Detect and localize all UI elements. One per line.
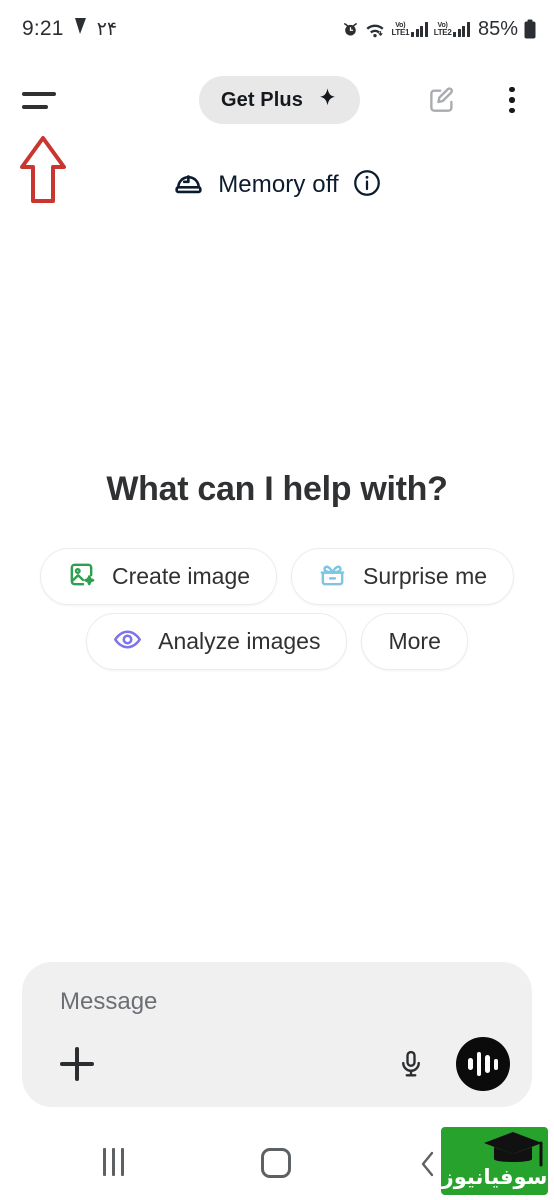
- sim2-signal-bars: [453, 21, 470, 37]
- microphone-icon[interactable]: [388, 1041, 434, 1087]
- status-bar: 9:21 ۲۴ Vo) LTE1 Vo) LTE2 85%: [0, 0, 554, 58]
- watermark-text: سوفیانیوز: [441, 1165, 548, 1189]
- sim1-lte-label: LTE1: [391, 27, 410, 37]
- battery-icon: [524, 19, 536, 39]
- sim1-volte-indicator: Vo) LTE1: [391, 21, 428, 37]
- battery-percent-label: 85%: [477, 17, 518, 40]
- android-nav-bar: سوفیانیوز: [0, 1126, 554, 1200]
- three-dot-menu-icon[interactable]: [488, 76, 536, 124]
- sim2-lte-label: LTE2: [433, 27, 452, 37]
- sim1-signal-bars: [411, 21, 428, 37]
- page-title: What can I help with?: [106, 470, 448, 508]
- message-input[interactable]: Message: [60, 988, 157, 1016]
- info-circle-icon[interactable]: [352, 168, 382, 203]
- hamburger-menu-icon[interactable]: [22, 77, 68, 123]
- sim2-volte-indicator: Vo) LTE2: [433, 21, 470, 37]
- chip-label: More: [388, 628, 441, 654]
- suggestion-chip-row-1: Create image Surprise me: [0, 548, 554, 605]
- status-bar-left: 9:21 ۲۴: [22, 17, 117, 41]
- phone-screen: 9:21 ۲۴ Vo) LTE1 Vo) LTE2 85% Get Plus M…: [0, 0, 554, 1200]
- recents-icon[interactable]: [103, 1148, 124, 1176]
- chip-create-image[interactable]: Create image: [39, 548, 278, 605]
- suggestion-chips: Create image Surprise me Analyze images …: [0, 548, 554, 678]
- location-arrow-icon: [73, 17, 88, 41]
- empty-state: What can I help with?: [0, 470, 554, 509]
- wifi-icon: [365, 21, 385, 38]
- chip-label: Surprise me: [363, 563, 488, 589]
- eye-icon: [113, 625, 142, 659]
- sparkle-icon: [317, 87, 338, 113]
- chip-surprise-me[interactable]: Surprise me: [291, 548, 515, 605]
- memory-dome-clock-icon: [172, 166, 205, 204]
- chip-label: Create image: [111, 563, 251, 589]
- alarm-clock-icon: [342, 21, 359, 38]
- home-icon[interactable]: [261, 1148, 291, 1178]
- message-composer[interactable]: Message: [22, 962, 532, 1107]
- back-icon[interactable]: [418, 1150, 438, 1183]
- memory-status-label: Memory off: [218, 171, 339, 198]
- watermark-badge: سوفیانیوز: [441, 1127, 548, 1195]
- chip-label: Analyze images: [158, 628, 321, 654]
- chip-more[interactable]: More: [361, 613, 468, 670]
- suggestion-chip-row-2: Analyze images More: [0, 613, 554, 670]
- get-plus-button[interactable]: Get Plus: [199, 76, 360, 124]
- get-plus-label: Get Plus: [221, 88, 303, 111]
- chip-analyze-images[interactable]: Analyze images: [86, 613, 348, 670]
- plus-icon[interactable]: [52, 1039, 102, 1089]
- image-sparkle-icon: [67, 560, 96, 594]
- status-bar-right: Vo) LTE1 Vo) LTE2 85%: [342, 18, 536, 41]
- status-time: 9:21: [22, 17, 64, 40]
- voice-waveform-icon[interactable]: [456, 1037, 510, 1091]
- compose-new-chat-icon[interactable]: [418, 76, 466, 124]
- status-extra-numerals: ۲۴: [96, 18, 118, 40]
- gift-box-icon: [318, 560, 347, 594]
- memory-status-row[interactable]: Memory off: [0, 166, 554, 204]
- app-bar-actions: [418, 76, 536, 124]
